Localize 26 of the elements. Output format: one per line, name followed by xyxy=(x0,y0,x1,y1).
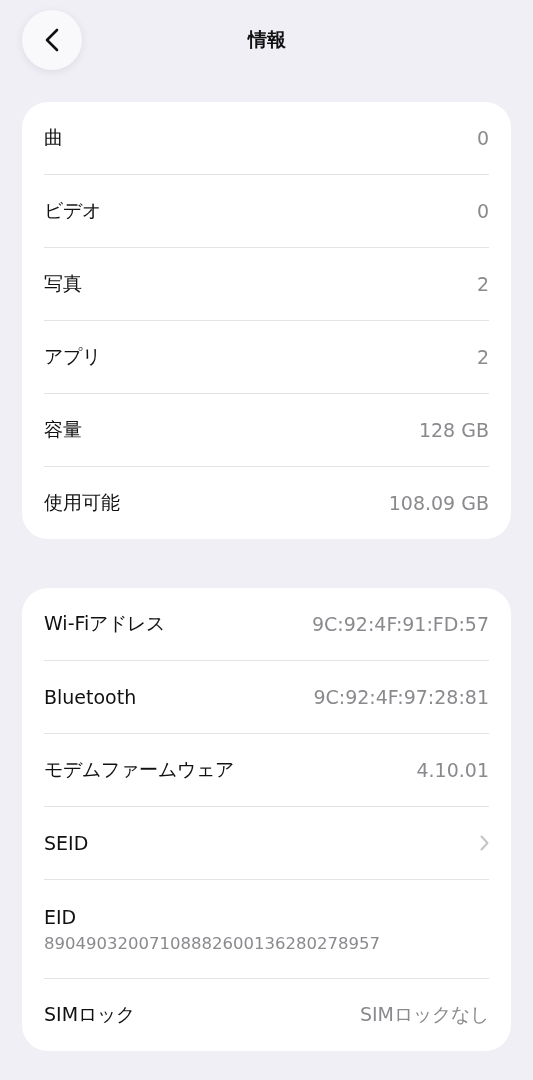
row-label: 使用可能 xyxy=(44,490,120,515)
row-value: 0 xyxy=(476,200,489,222)
row-label: アプリ xyxy=(44,344,101,369)
row-label: 容量 xyxy=(44,417,82,442)
row-label: モデムファームウェア xyxy=(44,757,234,782)
row-value: 9C:92:4F:91:FD:57 xyxy=(312,613,489,635)
row-value: 128 GB xyxy=(418,419,489,441)
row-label: Bluetooth xyxy=(44,686,137,708)
back-chevron-icon xyxy=(45,28,59,52)
row-label: EID xyxy=(44,905,77,928)
row-value: 2 xyxy=(476,346,489,368)
row-value: 0 xyxy=(476,127,489,149)
row-value: 2 xyxy=(476,273,489,295)
page-title: 情報 xyxy=(247,27,286,52)
row-value: 9C:92:4F:97:28:81 xyxy=(313,686,489,708)
row-label: ビデオ xyxy=(44,198,101,223)
row-value: SIMロックなし xyxy=(359,1002,489,1027)
list-item[interactable]: SEID xyxy=(44,807,489,879)
row-label: Wi-Fiアドレス xyxy=(44,611,166,636)
row-value: 89049032007108882600136280278957 xyxy=(44,933,380,953)
row-label: 写真 xyxy=(44,271,82,296)
row-label: SIMロック xyxy=(44,1002,136,1027)
row-label: 曲 xyxy=(44,125,63,150)
row-value: 4.10.01 xyxy=(416,759,489,781)
row-value: 108.09 GB xyxy=(388,492,489,514)
chevron-right-icon xyxy=(480,835,489,851)
